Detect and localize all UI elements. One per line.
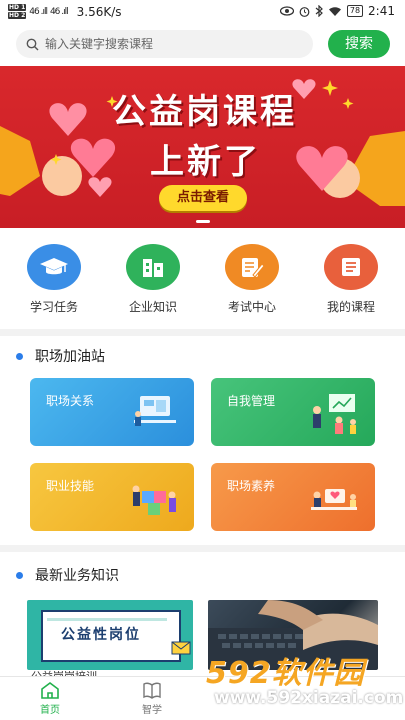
eye-icon [279,6,294,16]
site-watermark: 592软件园 www.592xiazai.com [200,648,405,720]
section-title: 职场加油站 [35,349,105,365]
status-right: 78 2:41 [279,4,395,18]
quick-nav-exam-center[interactable]: 考试中心 [212,244,292,315]
search-row: 搜索 [0,26,405,62]
bluetooth-icon [315,5,323,17]
sim-indicators: HD 1 HD 2 [8,4,27,20]
banner-page-indicator [196,220,210,223]
watermark-brand: 592软件园 [206,656,365,691]
app-screen: HD 1 HD 2 46 .ıll 46 .ıll 3.56K/s 78 2:4… [0,0,405,720]
tab-study-label: 智学 [142,705,162,716]
tab-home[interactable]: 首页 [20,681,80,716]
status-time: 2:41 [368,4,395,18]
signal1-icon: 46 .ıll [29,7,48,17]
sim1-badge: HD 1 [8,4,27,11]
envelope-icon [171,641,191,655]
section-dot-icon [16,571,23,579]
card-workplace-relations[interactable]: 职场关系 [30,378,194,446]
card-career-skills[interactable]: 职业技能 [30,463,194,531]
banner-cta-button[interactable]: 点击查看 [159,185,247,211]
quick-nav: 学习任务 企业知识 考试中心 我的课程 [0,238,405,328]
status-bar: HD 1 HD 2 46 .ıll 46 .ıll 3.56K/s 78 2:4… [0,0,405,22]
card-label: 职业技能 [46,479,95,493]
section-title: 最新业务知识 [35,568,119,584]
card-label: 自我管理 [227,394,276,408]
home-icon [41,682,59,699]
course-list-icon [324,244,378,290]
quick-nav-label: 学习任务 [29,300,78,314]
section-divider [0,545,405,552]
tab-study[interactable]: 智学 [122,681,182,716]
graduation-cap-icon [27,244,81,290]
team-meeting-illustration-icon [313,394,356,434]
battery-level: 78 [346,5,364,17]
exam-pen-icon [225,244,279,290]
section-dot-icon [16,352,23,360]
puzzle-team-illustration-icon [132,485,176,515]
search-box[interactable] [16,30,313,58]
search-icon [26,38,39,50]
section-workplace-header: 职场加油站 [0,344,405,368]
tab-home-label: 首页 [40,705,60,716]
quick-nav-label: 考试中心 [227,300,276,314]
office-desk-illustration-icon [134,396,176,426]
quick-nav-label: 企业知识 [128,300,177,314]
card-label: 职场关系 [46,394,95,408]
banner-title-line1: 公益岗课程 [112,92,297,132]
alarm-icon [299,6,310,17]
search-input[interactable] [45,37,295,51]
news-thumbnail-public-welfare[interactable]: 公益性岗位 [27,600,193,670]
promo-banner[interactable]: 公益岗课程 上新了 点击查看 [0,66,405,228]
wifi-icon [328,6,341,16]
section-news-header: 最新业务知识 [0,563,405,587]
network-speed: 3.56K/s [76,5,122,19]
watermark-url: www.592xiazai.com [214,688,404,708]
book-icon [143,682,161,699]
banner-title-line2: 上新了 [150,142,261,182]
quick-nav-enterprise-knowledge[interactable]: 企业知识 [113,244,193,315]
search-button[interactable]: 搜索 [328,30,390,58]
card-workplace-literacy[interactable]: 职场素养 [211,463,375,531]
signal2-icon: 46 .ıll [49,7,69,17]
quick-nav-label: 我的课程 [326,300,375,314]
sim2-badge: HD 2 [8,12,27,19]
thumbnail-title: 公益性岗位 [61,627,141,643]
quick-nav-study-tasks[interactable]: 学习任务 [14,244,94,315]
desk-worker-illustration-icon [311,489,357,510]
quick-nav-my-courses[interactable]: 我的课程 [311,244,391,315]
section-divider [0,329,405,336]
thumbnail-decor-line [47,618,167,621]
building-icon [126,244,180,290]
card-self-management[interactable]: 自我管理 [211,378,375,446]
status-left: HD 1 HD 2 46 .ıll 46 .ıll 3.56K/s [8,4,122,20]
card-label: 职场素养 [227,479,276,493]
